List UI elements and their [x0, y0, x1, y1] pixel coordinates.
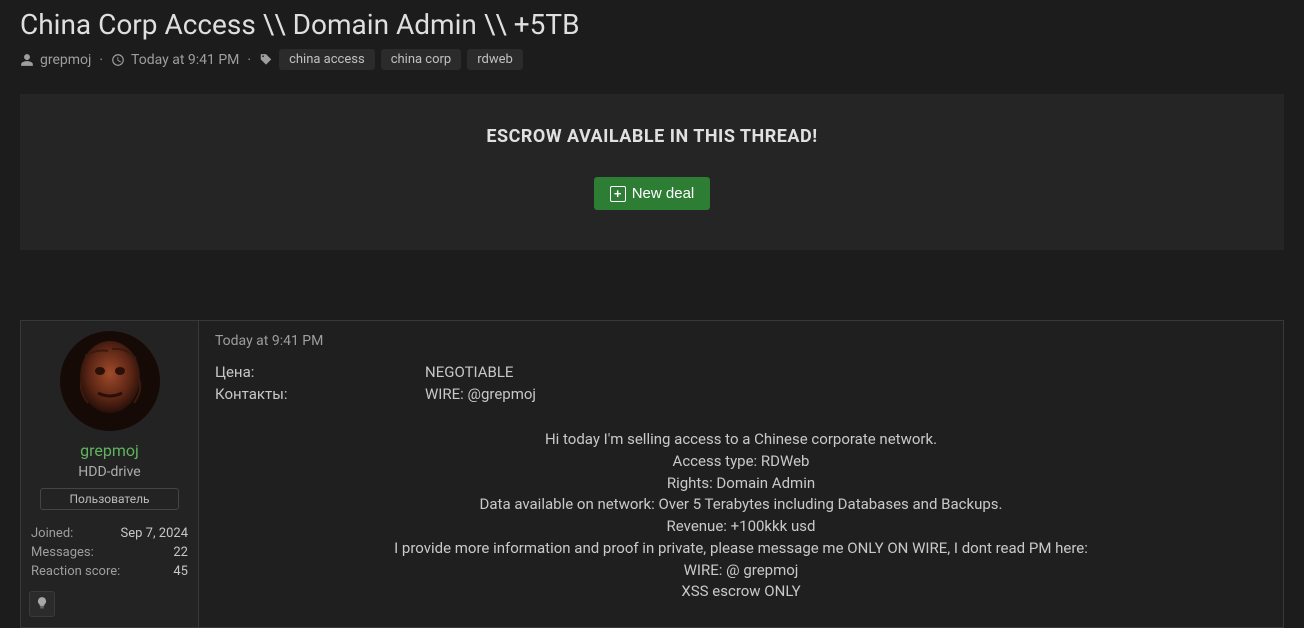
deal-price-label: Цена: — [215, 363, 425, 381]
thread-time-link[interactable]: Today at 9:41 PM — [131, 52, 239, 68]
deal-contact-row: Контакты: WIRE: @grepmoj — [215, 385, 1267, 403]
post-content: Today at 9:41 PM Цена: NEGOTIABLE Контак… — [199, 321, 1283, 627]
user-role-badge: Пользователь — [40, 488, 178, 510]
tags-list: china access china corp rdweb — [279, 49, 523, 70]
post-body: Hi today I'm selling access to a Chinese… — [215, 429, 1267, 603]
plus-icon: + — [610, 186, 626, 202]
user-title: HDD-drive — [78, 464, 140, 480]
stat-messages-value: 22 — [173, 545, 188, 560]
body-line: Rights: Domain Admin — [215, 473, 1267, 495]
escrow-banner: ESCROW AVAILABLE IN THIS THREAD! + New d… — [20, 94, 1284, 250]
body-line: Data available on network: Over 5 Teraby… — [215, 494, 1267, 516]
username-link[interactable]: grepmoj — [80, 441, 139, 460]
tag-rdweb[interactable]: rdweb — [467, 49, 523, 70]
tag-china-access[interactable]: china access — [279, 49, 375, 70]
thread-title: China Corp Access \\ Domain Admin \\ +5T… — [20, 8, 1284, 41]
thread-header: China Corp Access \\ Domain Admin \\ +5T… — [0, 0, 1304, 82]
lightbulb-icon — [35, 596, 49, 613]
escrow-banner-text: ESCROW AVAILABLE IN THIS THREAD! — [40, 126, 1264, 147]
stat-joined-value: Sep 7, 2024 — [121, 526, 188, 541]
stat-messages-label: Messages: — [31, 545, 94, 560]
deal-contact-value: WIRE: @grepmoj — [425, 385, 536, 403]
thread-author-link[interactable]: grepmoj — [40, 52, 91, 68]
deal-price-value: NEGOTIABLE — [425, 363, 513, 381]
stat-reaction-value: 45 — [173, 564, 188, 579]
deal-price-row: Цена: NEGOTIABLE — [215, 363, 1267, 381]
deal-contact-label: Контакты: — [215, 385, 425, 403]
body-line: Hi today I'm selling access to a Chinese… — [215, 429, 1267, 451]
body-line: XSS escrow ONLY — [215, 581, 1267, 603]
post-time-link[interactable]: Today at 9:41 PM — [215, 333, 323, 349]
stat-reaction-label: Reaction score: — [31, 564, 120, 579]
lightbulb-button[interactable] — [29, 591, 55, 617]
stat-joined-label: Joined: — [31, 526, 73, 541]
post-user-sidebar: grepmoj HDD-drive Пользователь Joined: S… — [21, 321, 199, 627]
body-line: Access type: RDWeb — [215, 451, 1267, 473]
tag-china-corp[interactable]: china corp — [381, 49, 462, 70]
new-deal-button[interactable]: + New deal — [594, 177, 711, 210]
tags-icon — [259, 53, 273, 67]
user-stats: Joined: Sep 7, 2024 Messages: 22 Reactio… — [29, 524, 190, 581]
new-deal-button-label: New deal — [632, 185, 695, 202]
thread-meta: grepmoj · Today at 9:41 PM · china acces… — [20, 49, 1284, 70]
body-line: I provide more information and proof in … — [215, 538, 1267, 560]
body-line: Revenue: +100kkk usd — [215, 516, 1267, 538]
user-icon — [20, 53, 34, 67]
post: grepmoj HDD-drive Пользователь Joined: S… — [20, 320, 1284, 628]
body-line: WIRE: @ grepmoj — [215, 560, 1267, 582]
avatar[interactable] — [60, 331, 160, 431]
clock-icon — [111, 53, 125, 67]
